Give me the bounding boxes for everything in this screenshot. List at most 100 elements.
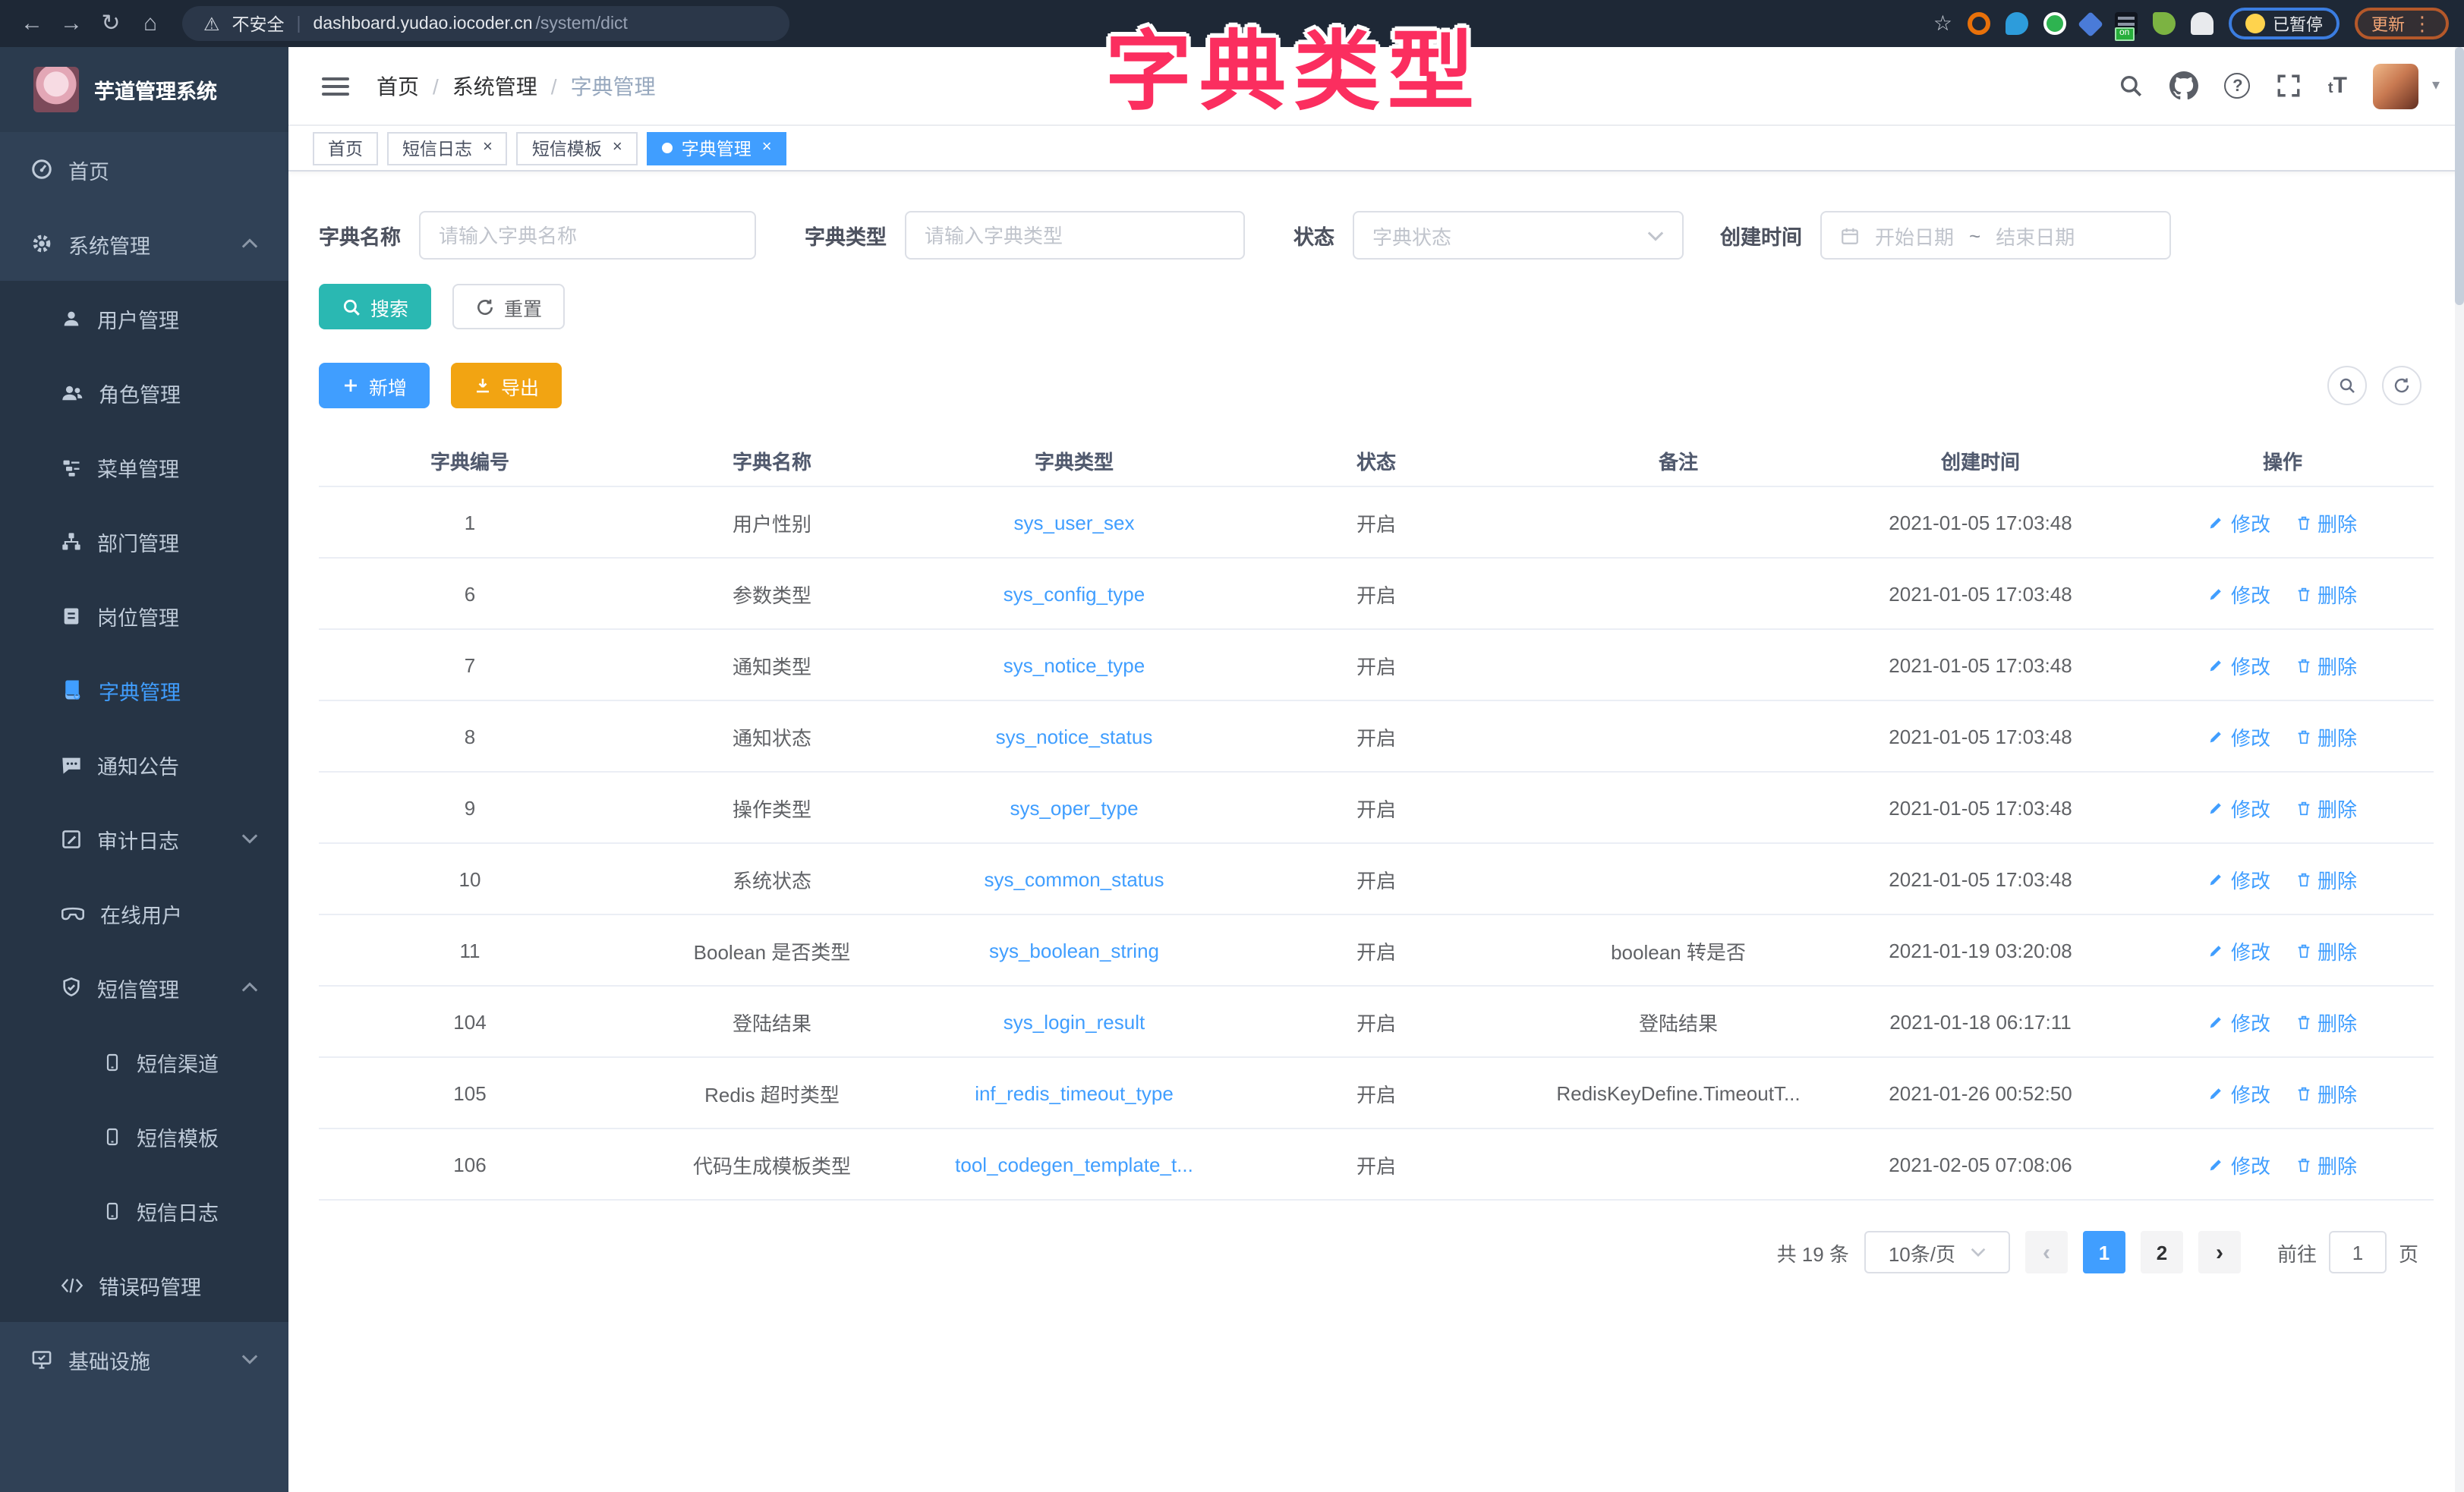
dict-type-link[interactable]: sys_common_status [923, 867, 1225, 890]
page-button-2[interactable]: 2 [2141, 1231, 2183, 1273]
dict-type-link[interactable]: tool_codegen_template_t... [923, 1153, 1225, 1176]
sidebar-item-errcode-mgmt[interactable]: 错误码管理 [0, 1248, 288, 1322]
edit-link[interactable]: 修改 [2208, 1007, 2270, 1036]
reset-button[interactable]: 重置 [452, 284, 565, 329]
address-bar[interactable]: ⚠ 不安全 | dashboard.yudao.iocoder.cn/syste… [182, 6, 789, 41]
profile-paused-button[interactable]: 已暂停 [2229, 8, 2340, 39]
breadcrumb-system[interactable]: 系统管理 [452, 71, 537, 101]
close-icon[interactable]: × [483, 140, 493, 156]
delete-link[interactable]: 删除 [2295, 1078, 2357, 1107]
sidebar-item-dept-mgmt[interactable]: 部门管理 [0, 504, 288, 578]
github-icon[interactable] [2170, 71, 2199, 100]
close-icon[interactable]: × [613, 140, 622, 156]
extension-icon[interactable] [2153, 12, 2176, 35]
dict-type-link[interactable]: sys_user_sex [923, 511, 1225, 534]
chrome-update-button[interactable]: 更新 ⋮ [2355, 8, 2449, 39]
edit-link[interactable]: 修改 [2208, 579, 2270, 608]
extension-icon[interactable] [2078, 11, 2103, 36]
extension-icon[interactable]: on [2115, 12, 2138, 35]
tab-sms-template[interactable]: 短信模板× [517, 131, 638, 165]
tab-home[interactable]: 首页 [313, 131, 378, 165]
fullscreen-icon[interactable] [2277, 73, 2302, 99]
sidebar-item-post-mgmt[interactable]: 岗位管理 [0, 578, 288, 653]
extension-icon[interactable] [2043, 12, 2066, 35]
extension-icon[interactable] [2006, 12, 2028, 35]
edit-link[interactable]: 修改 [2208, 936, 2270, 965]
page-button-1[interactable]: 1 [2083, 1231, 2125, 1273]
edit-link[interactable]: 修改 [2208, 864, 2270, 893]
search-icon[interactable] [2119, 73, 2144, 99]
edit-link[interactable]: 修改 [2208, 793, 2270, 822]
avatar-caret-icon[interactable]: ▾ [2432, 77, 2440, 94]
dict-type-link[interactable]: sys_login_result [923, 1010, 1225, 1033]
sidebar-item-sms-template[interactable]: 短信模板 [0, 1099, 288, 1173]
sidebar-item-menu-mgmt[interactable]: 菜单管理 [0, 430, 288, 504]
delete-link[interactable]: 删除 [2295, 793, 2357, 822]
delete-link[interactable]: 删除 [2295, 722, 2357, 751]
back-icon[interactable]: ← [15, 0, 49, 47]
sidebar-item-home[interactable]: 首页 [0, 132, 288, 206]
sidebar-item-dict-mgmt[interactable]: 字典管理 [0, 653, 288, 727]
browser-menu-icon[interactable]: ⋮ [2412, 11, 2432, 36]
tab-sms-log[interactable]: 短信日志× [387, 131, 508, 165]
breadcrumb-home[interactable]: 首页 [377, 71, 419, 101]
prev-page-button[interactable]: ‹ [2025, 1231, 2068, 1273]
delete-link[interactable]: 删除 [2295, 650, 2357, 679]
help-icon[interactable]: ? [2225, 73, 2251, 99]
edit-link[interactable]: 修改 [2208, 650, 2270, 679]
sidebar-item-sms-mgmt[interactable]: 短信管理 [0, 950, 288, 1025]
extension-icon[interactable] [2191, 12, 2214, 35]
reload-icon[interactable]: ↻ [94, 0, 128, 47]
edit-link[interactable]: 修改 [2208, 1150, 2270, 1179]
delete-link[interactable]: 删除 [2295, 936, 2357, 965]
edit-link[interactable]: 修改 [2208, 1078, 2270, 1107]
create-button[interactable]: 新增 [319, 363, 430, 408]
sidebar-collapse-icon[interactable] [322, 77, 349, 95]
next-page-button[interactable]: › [2198, 1231, 2241, 1273]
sidebar-item-infrastructure[interactable]: 基础设施 [0, 1322, 288, 1396]
dict-type-link[interactable]: sys_notice_type [923, 653, 1225, 676]
scrollbar-thumb[interactable] [2455, 47, 2464, 305]
delete-link[interactable]: 删除 [2295, 508, 2357, 537]
status-select[interactable]: 字典状态 [1353, 211, 1684, 260]
dict-type-input[interactable] [905, 211, 1245, 260]
delete-link[interactable]: 删除 [2295, 1007, 2357, 1036]
dict-type-link[interactable]: sys_boolean_string [923, 939, 1225, 962]
extension-icon[interactable] [1968, 12, 1990, 35]
refresh-table-icon[interactable] [2382, 366, 2421, 405]
date-range-picker[interactable]: 开始日期 ~ 结束日期 [1820, 211, 2171, 260]
sidebar-item-sms-channel[interactable]: 短信渠道 [0, 1025, 288, 1099]
close-icon[interactable]: × [762, 140, 772, 156]
tab-dict-mgmt[interactable]: 字典管理× [647, 131, 787, 165]
dict-name-input[interactable] [419, 211, 756, 260]
dict-type-link[interactable]: inf_redis_timeout_type [923, 1081, 1225, 1104]
search-button[interactable]: 搜索 [319, 284, 431, 329]
dict-type-link[interactable]: sys_notice_status [923, 725, 1225, 748]
security-label[interactable]: 不安全 [232, 11, 285, 36]
status-text: 开启 [1225, 1078, 1527, 1107]
bookmark-star-icon[interactable]: ☆ [1933, 11, 1952, 36]
sidebar-item-user-mgmt[interactable]: 用户管理 [0, 281, 288, 355]
delete-link[interactable]: 删除 [2295, 864, 2357, 893]
sidebar-item-sms-log[interactable]: 短信日志 [0, 1173, 288, 1248]
dict-type-link[interactable]: sys_oper_type [923, 796, 1225, 819]
app-logo[interactable]: 芋道管理系统 [0, 47, 288, 132]
sidebar-item-system-mgmt[interactable]: 系统管理 [0, 206, 288, 281]
sidebar-item-online-users[interactable]: 在线用户 [0, 876, 288, 950]
edit-link[interactable]: 修改 [2208, 508, 2270, 537]
goto-page-input[interactable] [2329, 1231, 2387, 1273]
delete-link[interactable]: 删除 [2295, 1150, 2357, 1179]
edit-link[interactable]: 修改 [2208, 722, 2270, 751]
delete-link[interactable]: 删除 [2295, 579, 2357, 608]
page-size-select[interactable]: 10条/页 [1864, 1231, 2010, 1273]
sidebar-item-role-mgmt[interactable]: 角色管理 [0, 355, 288, 430]
dict-type-link[interactable]: sys_config_type [923, 582, 1225, 605]
font-size-icon[interactable]: tT [2328, 73, 2347, 99]
export-button[interactable]: 导出 [451, 363, 562, 408]
sidebar-item-audit-log[interactable]: 审计日志 [0, 801, 288, 876]
show-search-toggle-icon[interactable] [2327, 366, 2367, 405]
sidebar-item-notice[interactable]: 通知公告 [0, 727, 288, 801]
forward-icon[interactable]: → [55, 0, 88, 47]
home-icon[interactable]: ⌂ [134, 0, 167, 47]
user-avatar[interactable] [2373, 63, 2418, 109]
